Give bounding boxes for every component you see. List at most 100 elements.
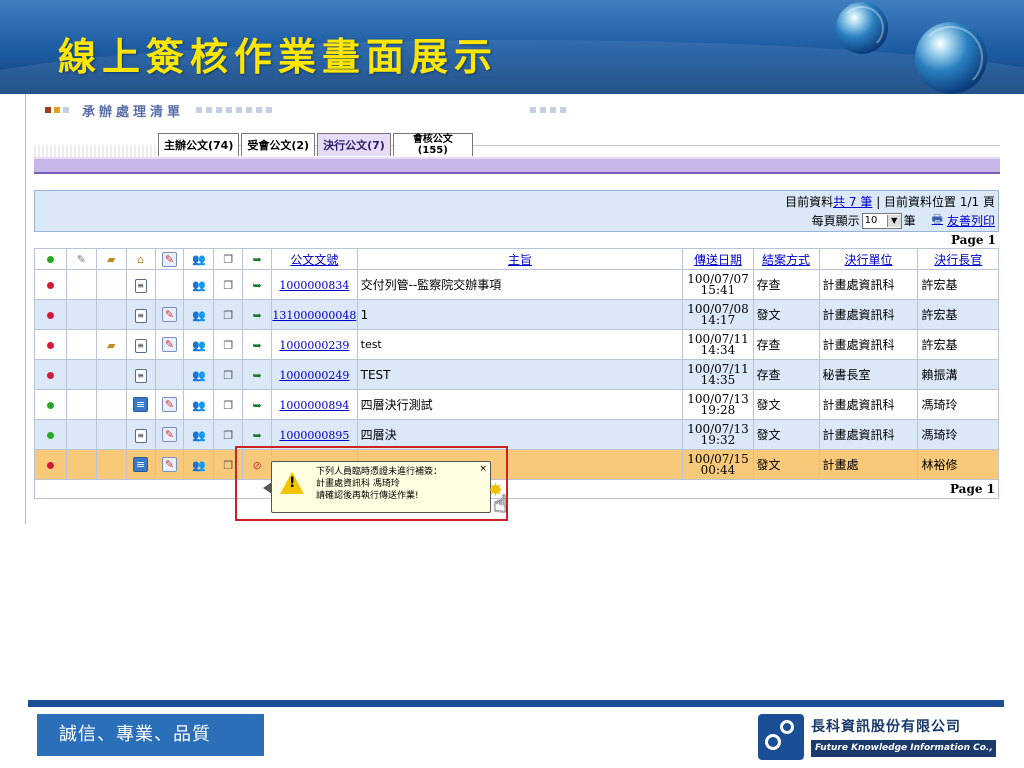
print-link[interactable]: 🖶 友善列印 xyxy=(932,210,995,231)
col-header-officer[interactable]: 決行長官 xyxy=(917,248,999,270)
people-icon[interactable]: 👥 xyxy=(192,279,206,292)
signed-document-icon[interactable]: ≡ xyxy=(133,457,149,472)
tab-review-docs[interactable]: 會核公文 (155) xyxy=(392,133,473,156)
col-header-date[interactable]: 傳送日期 xyxy=(682,248,754,270)
copy-icon[interactable]: ❐ xyxy=(222,429,235,442)
copy-icon[interactable]: ❐ xyxy=(222,459,235,472)
col-header-subject[interactable]: 主旨 xyxy=(356,248,684,270)
company-logo: 長科資訊股份有限公司 Future Knowledge Information … xyxy=(758,714,998,760)
people-col-header: 👥 xyxy=(183,248,215,270)
table-row[interactable]: ≡ 👥 ❐ ➥ 1000000249 TEST 100/07/11 14:35 存… xyxy=(34,359,999,390)
page-indicator: Page 1 xyxy=(950,233,996,247)
page-indicator-bottom: Page 1 xyxy=(34,480,999,499)
doc-number-link[interactable]: 1000000834 xyxy=(279,279,349,292)
people-icon[interactable]: 👥 xyxy=(192,309,206,322)
table-row[interactable]: ≡ ✎ 👥 ❐ ➥ 131000000048 1 100/07/08 14:17 … xyxy=(34,299,999,330)
people-icon[interactable]: 👥 xyxy=(192,369,206,382)
table-row[interactable]: ≡ ✎ 👥 ❐ ➥ 1000000894 四層決行測試 100/07/13 19:… xyxy=(34,389,999,420)
document-icon[interactable]: ≡ xyxy=(134,338,147,353)
copy-icon[interactable]: ❐ xyxy=(222,279,235,292)
doc-number-link[interactable]: 131000000048 xyxy=(272,309,356,322)
company-name: 長科資訊股份有限公司 xyxy=(811,719,961,735)
table-row-selected[interactable]: ≡ ✎ 👥 ❐ ⊘ 100/07/15 00:44 發文 計畫處 林裕修 xyxy=(34,449,999,480)
record-info: 目前資料共 7 筆 | 目前資料位置 1/1 頁 xyxy=(785,195,995,209)
table-row[interactable]: ▰ ≡ ✎ 👥 ❐ ➥ 1000000239 test 100/07/11 14:… xyxy=(34,329,999,360)
closing-cell: 存查 xyxy=(752,359,820,390)
unit-cell: 計畫處 xyxy=(818,449,919,480)
closing-cell: 發文 xyxy=(752,389,820,420)
tooltip-line: 請確認後再執行傳送作業! xyxy=(316,491,419,501)
copy-icon[interactable]: ❐ xyxy=(222,399,235,412)
per-page-select[interactable]: 10 ▼ xyxy=(861,212,902,229)
slide-title: 線上簽核作業畫面展示 xyxy=(58,34,499,79)
table-row[interactable]: ≡ ✎ 👥 ❐ ➥ 1000000895 四層決 100/07/13 19:32 … xyxy=(34,419,999,450)
col-header-closing[interactable]: 結案方式 xyxy=(752,248,820,270)
tab-count: (155) xyxy=(417,145,448,156)
page-position: 目前資料位置 1/1 頁 xyxy=(884,195,995,209)
subject-cell: 交付列管--監察院交辦事項 xyxy=(356,269,684,300)
edit-icon[interactable]: ✎ xyxy=(162,397,178,412)
attach-col-header: ✎ xyxy=(65,248,97,270)
edit-icon[interactable]: ✎ xyxy=(162,307,178,322)
time-cell: 19:28 xyxy=(700,402,736,417)
document-list-panel: 目前資料共 7 筆 | 目前資料位置 1/1 頁 每頁顯示 10 ▼ 筆 🖶 友… xyxy=(34,190,999,499)
doc-number-link[interactable]: 1000000239 xyxy=(279,339,349,352)
col-header-doc-no[interactable]: 公文文號 xyxy=(271,248,358,270)
copy-icon[interactable]: ❐ xyxy=(222,369,235,382)
edit-icon[interactable]: ✎ xyxy=(162,457,178,472)
tab-received-docs[interactable]: 受會公文(2) xyxy=(241,133,316,156)
document-icon[interactable]: ≡ xyxy=(134,368,147,383)
edit-icon[interactable]: ✎ xyxy=(162,427,178,442)
status-dot-icon xyxy=(46,401,54,409)
officer-cell: 馮琦玲 xyxy=(917,389,999,420)
unit-cell: 計畫處資訊科 xyxy=(818,419,919,450)
doc-number-link[interactable]: 1000000894 xyxy=(279,399,349,412)
subject-cell: test xyxy=(356,329,684,360)
signed-document-icon[interactable]: ≡ xyxy=(133,397,149,412)
section-header: 承辦處理清單 xyxy=(45,101,276,120)
doc-number-link[interactable]: 1000000895 xyxy=(279,429,349,442)
tab-bar: 主辦公文(74) 受會公文(2) 決行公文(7) 會核公文 (155) xyxy=(158,133,475,156)
copy-col-header: ❐ xyxy=(213,248,244,270)
chevron-down-icon[interactable]: ▼ xyxy=(886,214,901,227)
send-icon[interactable]: ➥ xyxy=(251,339,264,352)
record-count-link[interactable]: 共 7 筆 xyxy=(833,195,872,209)
unit-cell: 計畫處資訊科 xyxy=(818,329,919,360)
edit-icon[interactable]: ✎ xyxy=(162,337,178,352)
closing-cell: 存查 xyxy=(752,329,820,360)
copy-icon[interactable]: ❐ xyxy=(222,309,235,322)
record-info-prefix: 目前資料 xyxy=(785,195,834,209)
copy-icon[interactable]: ❐ xyxy=(222,339,235,352)
status-dot-icon xyxy=(46,256,54,263)
people-icon[interactable]: 👥 xyxy=(192,429,206,442)
doc-col-header: ⌂ xyxy=(125,248,156,270)
folder-icon[interactable]: ▰ xyxy=(105,339,118,352)
people-icon[interactable]: 👥 xyxy=(192,339,206,352)
send-icon[interactable]: ➥ xyxy=(251,399,264,412)
people-icon[interactable]: 👥 xyxy=(192,399,206,412)
officer-cell: 許宏基 xyxy=(917,269,999,300)
send-icon[interactable]: ➥ xyxy=(251,369,264,382)
officer-cell: 馮琦玲 xyxy=(917,419,999,450)
document-icon[interactable]: ≡ xyxy=(134,428,147,443)
closing-cell: 發文 xyxy=(752,449,820,480)
send-icon[interactable]: ➥ xyxy=(251,279,264,292)
tooltip-line: 下列人員臨時憑證未進行補簽： xyxy=(316,467,443,477)
send-icon[interactable]: ➥ xyxy=(251,429,264,442)
closing-cell: 存查 xyxy=(752,269,820,300)
table-row[interactable]: ≡ 👥 ❐ ➥ 1000000834 交付列管--監察院交辦事項 100/07/… xyxy=(34,269,999,300)
close-icon[interactable]: × xyxy=(479,463,487,475)
document-icon[interactable]: ≡ xyxy=(134,308,147,323)
people-icon[interactable]: 👥 xyxy=(192,459,206,472)
doc-number-link[interactable]: 1000000249 xyxy=(279,369,349,382)
send-icon[interactable]: ➥ xyxy=(251,309,264,322)
col-header-unit[interactable]: 決行單位 xyxy=(818,248,919,270)
document-table: ✎ ▰ ⌂ ✎ 👥 ❐ ➥ 公文文號 主旨 傳送日期 結案方式 決行單位 決行長… xyxy=(34,248,999,480)
unit-cell: 計畫處資訊科 xyxy=(818,269,919,300)
time-cell: 00:44 xyxy=(700,462,736,477)
document-icon[interactable]: ≡ xyxy=(134,278,147,293)
send-col-header: ➥ xyxy=(242,248,273,270)
tab-main-docs[interactable]: 主辦公文(74) xyxy=(158,133,240,156)
tab-decision-docs[interactable]: 決行公文(7) xyxy=(317,133,391,156)
subject-cell: 四層決行測試 xyxy=(356,389,684,420)
